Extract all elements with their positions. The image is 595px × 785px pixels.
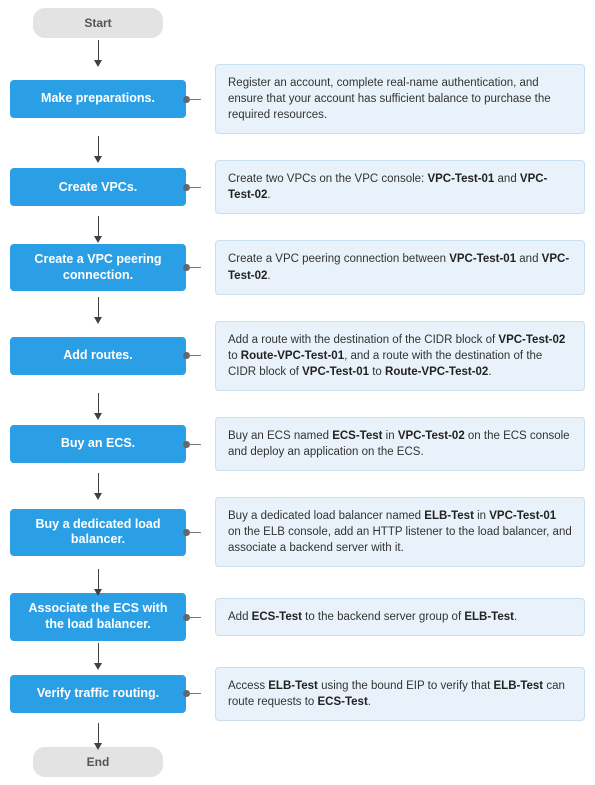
- step-box: Associate the ECS with the load balancer…: [10, 593, 186, 640]
- flow-step: Make preparations. Register an account, c…: [10, 64, 585, 134]
- step-description: Create a VPC peering connection between …: [215, 240, 585, 294]
- connector: [186, 529, 201, 536]
- step-description: Access ELB-Test using the bound EIP to v…: [215, 667, 585, 721]
- connector: [186, 441, 201, 448]
- flow-step: Buy a dedicated load balancer. Buy a dedi…: [10, 497, 585, 567]
- connector: [186, 264, 201, 271]
- connector-segment: [187, 617, 201, 618]
- connector-segment: [187, 693, 201, 694]
- arrow-down-icon: [98, 473, 99, 495]
- arrow-down-icon: [98, 136, 99, 158]
- connector-segment: [187, 355, 201, 356]
- flow-step: Buy an ECS. Buy an ECS named ECS-Test in …: [10, 417, 585, 471]
- step-box: Create a VPC peering connection.: [10, 244, 186, 291]
- step-description: Add ECS-Test to the backend server group…: [215, 598, 585, 636]
- step-description: Buy an ECS named ECS-Test in VPC-Test-02…: [215, 417, 585, 471]
- connector: [186, 96, 201, 103]
- connector: [186, 614, 201, 621]
- arrow-down-icon: [98, 216, 99, 238]
- step-description: Register an account, complete real-name …: [215, 64, 585, 134]
- arrow-down-icon: [98, 393, 99, 415]
- connector-segment: [187, 99, 201, 100]
- flow-step: Add routes. Add a route with the destinat…: [10, 321, 585, 391]
- step-description: Buy a dedicated load balancer named ELB-…: [215, 497, 585, 567]
- arrow-down-icon: [98, 643, 99, 665]
- arrow-down-icon: [98, 40, 99, 62]
- flow-step: Create a VPC peering connection. Create a…: [10, 240, 585, 294]
- start-terminator: Start: [33, 8, 163, 38]
- connector: [186, 184, 201, 191]
- step-box: Verify traffic routing.: [10, 675, 186, 713]
- step-box: Add routes.: [10, 337, 186, 375]
- connector-segment: [187, 187, 201, 188]
- flow-step: Verify traffic routing. Access ELB-Test u…: [10, 667, 585, 721]
- step-box: Create VPCs.: [10, 168, 186, 206]
- arrow-down-icon: [98, 723, 99, 745]
- connector-segment: [187, 444, 201, 445]
- arrow-down-icon: [98, 569, 99, 591]
- connector: [186, 352, 201, 359]
- flow-step: Create VPCs. Create two VPCs on the VPC c…: [10, 160, 585, 214]
- step-description: Add a route with the destination of the …: [215, 321, 585, 391]
- connector: [186, 690, 201, 697]
- connector-segment: [187, 267, 201, 268]
- flow-step: Associate the ECS with the load balancer…: [10, 593, 585, 640]
- step-box: Buy a dedicated load balancer.: [10, 509, 186, 556]
- end-terminator: End: [33, 747, 163, 777]
- arrow-down-icon: [98, 297, 99, 319]
- flowchart: Start Make preparations. Register an acco…: [10, 8, 587, 777]
- step-box: Buy an ECS.: [10, 425, 186, 463]
- connector-segment: [187, 532, 201, 533]
- step-description: Create two VPCs on the VPC console: VPC-…: [215, 160, 585, 214]
- step-box: Make preparations.: [10, 80, 186, 118]
